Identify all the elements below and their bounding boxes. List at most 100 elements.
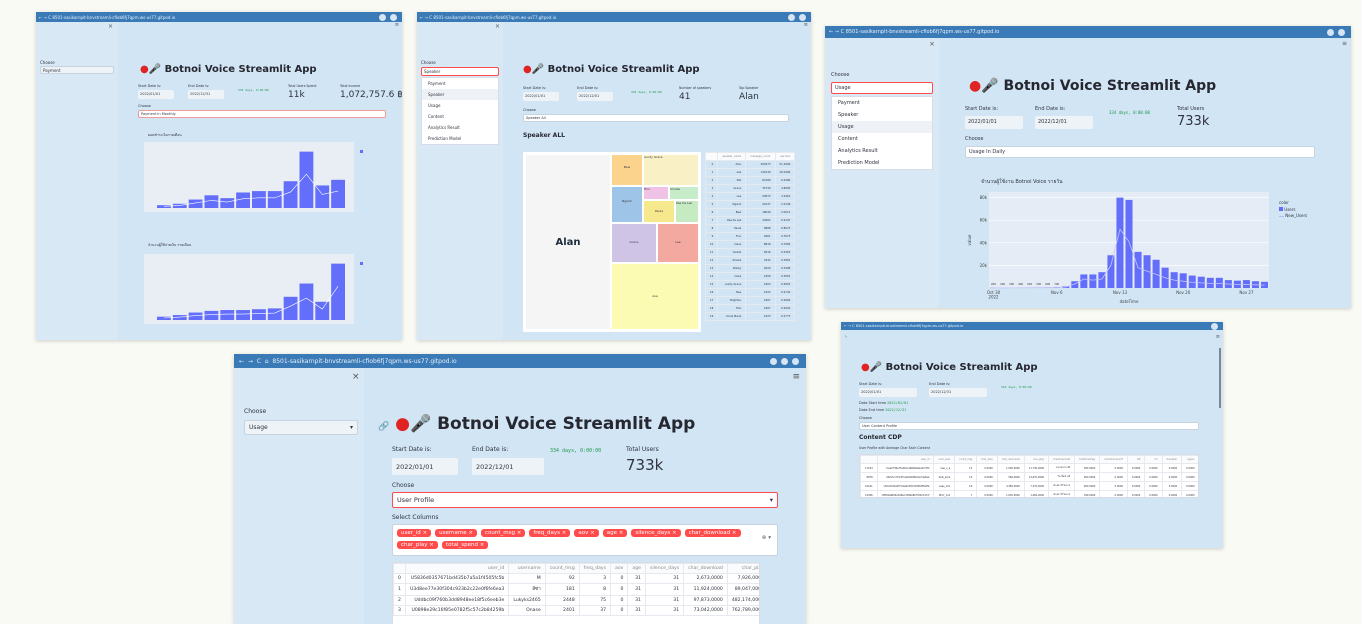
bar-users[interactable] bbox=[1134, 251, 1142, 288]
table-header[interactable] bbox=[704, 152, 719, 161]
extension-icon[interactable] bbox=[770, 357, 777, 365]
chip-remove-icon[interactable]: × bbox=[560, 530, 567, 536]
profile-icon[interactable] bbox=[799, 13, 806, 21]
bar[interactable] bbox=[236, 192, 250, 209]
menu-icon[interactable]: ≡ bbox=[1216, 334, 1220, 340]
reload-icon[interactable]: C bbox=[257, 358, 261, 365]
table-header[interactable]: message_count bbox=[745, 152, 776, 161]
back-icon[interactable]: ← bbox=[829, 29, 833, 35]
menu-item-prediction-model[interactable]: Prediction Model bbox=[832, 157, 932, 169]
back-icon[interactable]: ← bbox=[844, 324, 847, 328]
clear-dropdown-icon[interactable]: ⊗ ▾ bbox=[762, 535, 771, 541]
scrollbar[interactable] bbox=[1219, 348, 1221, 408]
chooser-select[interactable]: Payment in Monthly bbox=[138, 110, 386, 118]
bar[interactable] bbox=[220, 310, 235, 320]
bar-users[interactable] bbox=[1197, 276, 1205, 288]
menu-icon[interactable]: ≡ bbox=[792, 372, 800, 382]
bar[interactable] bbox=[220, 198, 235, 208]
bar-users[interactable] bbox=[1215, 277, 1223, 288]
collapse-icon[interactable]: › bbox=[845, 334, 847, 340]
table-header[interactable]: freq_days bbox=[578, 563, 612, 574]
menu-item-usage[interactable]: Usage bbox=[422, 100, 498, 111]
forward-icon[interactable]: → bbox=[248, 358, 253, 365]
table-header[interactable]: user_id bbox=[876, 455, 935, 464]
column-chip[interactable]: silence_days × bbox=[631, 529, 681, 537]
menu-item-speaker[interactable]: Speaker bbox=[832, 109, 932, 121]
table-header[interactable]: count_msg bbox=[954, 455, 978, 464]
column-chip[interactable]: char_download × bbox=[684, 529, 741, 537]
bar-users[interactable] bbox=[1107, 255, 1115, 288]
bar[interactable] bbox=[252, 309, 266, 320]
url-bar[interactable]: 8501-sasikarnpit-bnvstreamli-cfiob6fj7qp… bbox=[846, 29, 1325, 35]
menu-icon[interactable]: ≡ bbox=[1342, 40, 1347, 47]
sidebar-select[interactable]: Payment bbox=[40, 66, 114, 74]
column-chip[interactable]: username × bbox=[435, 529, 477, 537]
url-bar[interactable]: 8501-sasikarnpit-bnvstreamli-cfiob6fj7qp… bbox=[856, 324, 1209, 328]
bar[interactable] bbox=[315, 301, 330, 320]
chip-remove-icon[interactable]: × bbox=[467, 530, 473, 536]
table-header[interactable]: ngaan bbox=[1181, 455, 1198, 464]
bar-users[interactable] bbox=[1089, 274, 1097, 288]
menu-icon[interactable]: ≡ bbox=[804, 22, 808, 28]
column-chip[interactable]: char_play × bbox=[397, 541, 438, 549]
forward-icon[interactable]: → bbox=[44, 15, 47, 20]
chooser-select[interactable]: Usage In Daily bbox=[965, 146, 1315, 158]
menu-item-payment[interactable]: Payment bbox=[422, 78, 498, 89]
close-sidebar-icon[interactable]: × bbox=[108, 23, 113, 30]
menu-item-content[interactable]: Content bbox=[422, 111, 498, 122]
start-date-field[interactable]: 2022/01/01 bbox=[392, 458, 458, 475]
chip-remove-icon[interactable]: × bbox=[670, 530, 677, 536]
start-date-field[interactable]: 2022/01/01 bbox=[965, 116, 1023, 129]
forward-icon[interactable]: → bbox=[425, 15, 428, 20]
bar[interactable] bbox=[252, 191, 266, 208]
chip-remove-icon[interactable]: × bbox=[428, 542, 434, 548]
sidebar-select[interactable]: Usage bbox=[831, 82, 933, 94]
table-header[interactable]: char_play bbox=[976, 455, 998, 464]
bar[interactable] bbox=[267, 191, 282, 208]
link-icon[interactable]: 🔗 bbox=[378, 422, 389, 432]
bar[interactable] bbox=[315, 185, 330, 208]
chip-remove-icon[interactable]: × bbox=[421, 530, 428, 536]
forward-icon[interactable]: → bbox=[848, 324, 851, 328]
bar[interactable] bbox=[267, 308, 282, 320]
bar-users[interactable] bbox=[1080, 274, 1088, 288]
back-icon[interactable]: ← bbox=[239, 358, 244, 365]
bar[interactable] bbox=[157, 316, 171, 320]
column-multiselect[interactable]: user_id × username × count_msg × freq_days … bbox=[392, 524, 778, 556]
end-date-field[interactable]: 2022/12/01 bbox=[1035, 116, 1093, 129]
column-chip[interactable]: aov × bbox=[574, 529, 599, 537]
bar[interactable] bbox=[331, 263, 345, 320]
table-header[interactable]: age bbox=[627, 563, 646, 574]
profile-icon[interactable] bbox=[1211, 322, 1218, 330]
menu-icon[interactable]: ≡ bbox=[395, 22, 399, 28]
table-header[interactable]: charDownload bbox=[1048, 455, 1076, 464]
chip-remove-icon[interactable]: × bbox=[730, 530, 737, 536]
table-header[interactable]: username bbox=[508, 563, 546, 574]
chooser-select[interactable]: Speaker All bbox=[523, 114, 789, 122]
table-header[interactable]: CT bbox=[1144, 455, 1163, 464]
profile-icon[interactable] bbox=[1338, 28, 1345, 36]
chip-remove-icon[interactable]: × bbox=[588, 530, 595, 536]
column-chip[interactable]: count_msg × bbox=[480, 529, 526, 537]
menu-item-content[interactable]: Content bbox=[832, 133, 932, 145]
close-sidebar-icon[interactable]: × bbox=[352, 372, 360, 382]
bar[interactable] bbox=[204, 310, 219, 320]
bar[interactable] bbox=[157, 205, 171, 208]
profile-icon[interactable] bbox=[792, 357, 799, 365]
table-header[interactable] bbox=[860, 455, 878, 464]
extension-icon[interactable] bbox=[379, 13, 386, 21]
table-header[interactable]: count_msg bbox=[544, 563, 580, 574]
menu-item-prediction-model[interactable]: Prediction Model bbox=[422, 133, 498, 144]
start-date-field[interactable]: 2022/01/01 bbox=[859, 388, 917, 397]
extension-icon[interactable] bbox=[1327, 28, 1334, 36]
column-chip[interactable]: age × bbox=[602, 529, 628, 537]
table-header[interactable]: speaker_name bbox=[717, 152, 747, 161]
url-bar[interactable]: 8501-sasikarnpit-bnvstreamli-cfiob6fj7qp… bbox=[272, 358, 768, 365]
menu-item-analytics-result[interactable]: Analytics Result bbox=[832, 145, 932, 157]
forward-icon[interactable]: → bbox=[835, 29, 839, 35]
end-date-field[interactable]: 2022/12/31 bbox=[188, 90, 224, 99]
table-header[interactable] bbox=[393, 563, 406, 574]
back-icon[interactable]: ← bbox=[420, 15, 423, 20]
table-header[interactable]: char_download bbox=[683, 563, 728, 574]
home-icon[interactable]: ⌂ bbox=[265, 358, 269, 365]
